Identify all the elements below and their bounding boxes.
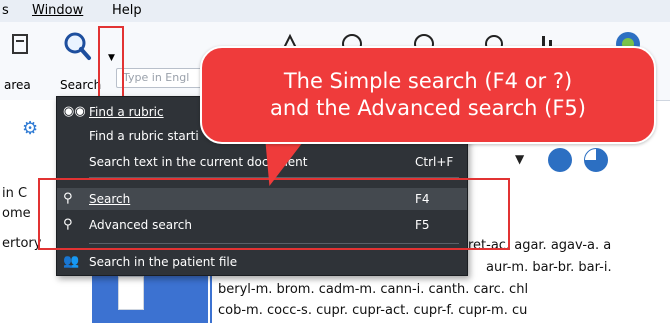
search-highlight-box <box>98 26 124 100</box>
menu-highlight-box <box>38 178 510 250</box>
doc-line-3: beryl-m. brom. cadm-m. cann-i. canth. ca… <box>218 282 529 297</box>
left-text-1: in C <box>2 186 28 201</box>
magnifier-icon <box>64 32 91 60</box>
menu-item-help[interactable]: Help <box>112 3 142 18</box>
area-label: area <box>4 78 31 92</box>
menu-bar: s Window Help <box>0 0 670 23</box>
callout-line-1: The Simple search (F4 or ?) <box>283 69 573 93</box>
annotation-callout: The Simple search (F4 or ?) and the Adva… <box>200 46 656 144</box>
menu-item-partial[interactable]: s <box>2 3 9 18</box>
pie-chart-icon[interactable] <box>584 148 608 172</box>
patient-search-icon: 👥 <box>63 254 80 269</box>
menu-item-window[interactable]: Window <box>32 3 83 18</box>
search-button[interactable]: Search <box>58 28 102 94</box>
area-button[interactable]: area <box>0 28 44 94</box>
doc-line-2: aur-m. bar-br. bar-i. <box>486 260 612 275</box>
callout-line-2: and the Advanced search (F5) <box>270 96 586 120</box>
document-dropdown-arrow-icon[interactable]: ▼ <box>515 152 524 166</box>
area-icon <box>12 34 28 54</box>
left-text-3: ertory <box>2 236 42 251</box>
menu-item-search-patient[interactable]: 👥 Search in the patient file <box>57 251 467 273</box>
binoculars-icon: ◉◉ <box>63 104 86 119</box>
document-card[interactable] <box>118 276 144 310</box>
doc-line-4: cob-m. cocc-s. cupr. cupr-act. cupr-f. c… <box>218 303 528 318</box>
left-text-2: ome <box>2 206 31 221</box>
search-label: Search <box>60 78 102 92</box>
search-input[interactable]: Type in Engl <box>116 68 204 88</box>
gear-icon[interactable]: ⚙ <box>22 118 38 139</box>
globe-icon-2[interactable] <box>548 148 572 172</box>
